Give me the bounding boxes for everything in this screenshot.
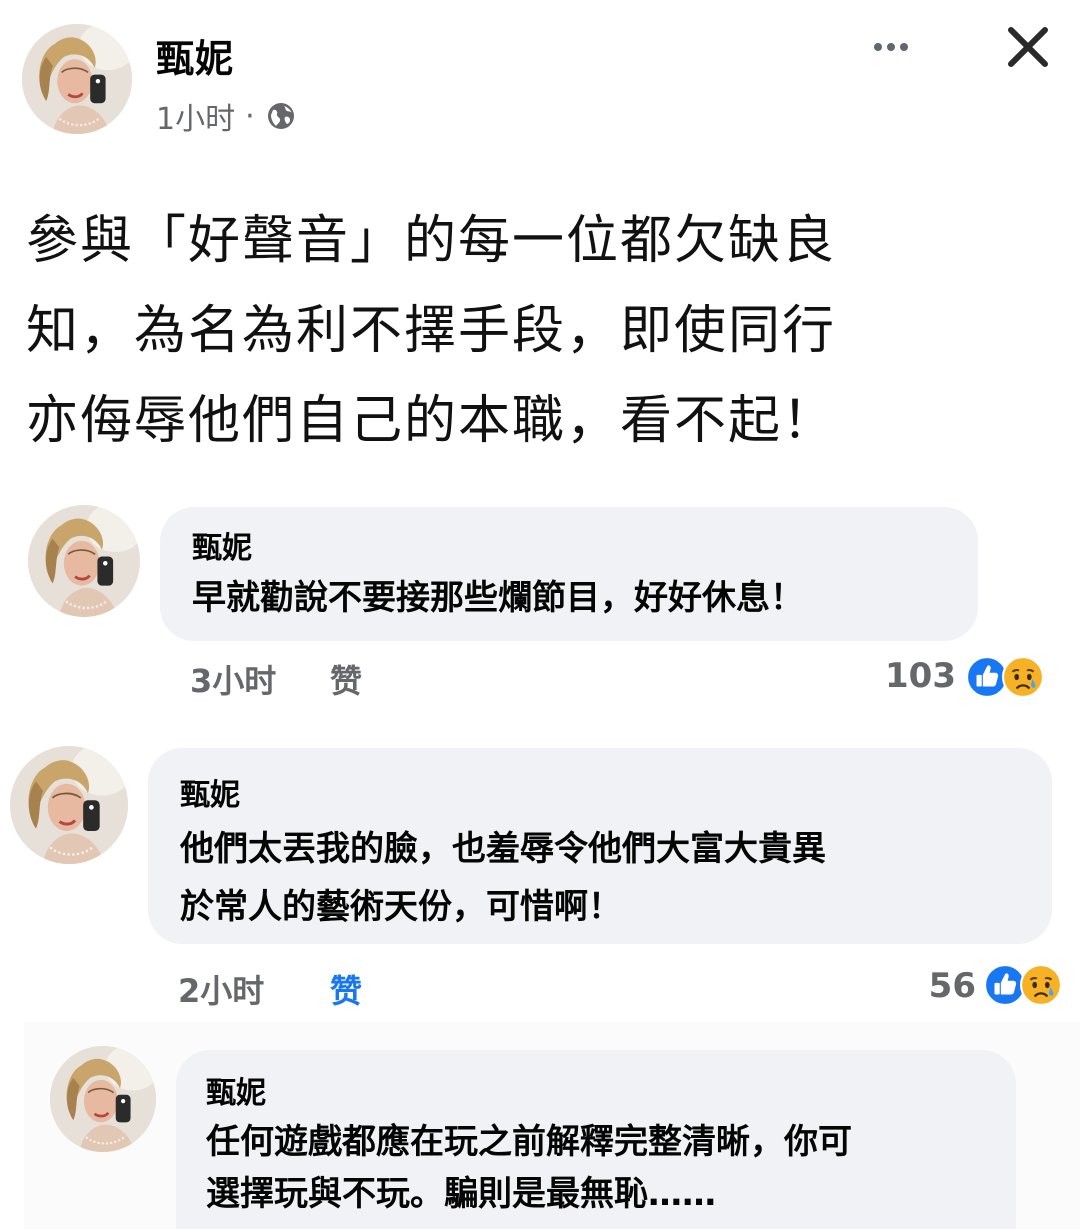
comment-time[interactable]: 3小时: [190, 656, 276, 702]
meta-separator: ·: [245, 98, 255, 134]
close-icon: [1008, 27, 1048, 67]
comment-author[interactable]: 甄妮: [180, 770, 240, 814]
comment-bubble: 甄妮 早就勸說不要接那些爛節目，好好休息！: [160, 507, 978, 641]
comment-author[interactable]: 甄妮: [192, 523, 252, 567]
comment-bubble: 甄妮 他們太丟我的臉，也羞辱令他們大富大貴異 於常人的藝術天份，可惜啊！: [148, 748, 1052, 944]
comment-like-button[interactable]: 赞: [330, 966, 362, 1012]
comment-avatar[interactable]: [28, 505, 140, 617]
comment-avatar[interactable]: [50, 1046, 156, 1152]
reaction-count[interactable]: 103: [860, 656, 956, 696]
close-button[interactable]: [1005, 24, 1051, 70]
more-options-button[interactable]: [874, 40, 908, 54]
post-time[interactable]: 1小时: [156, 94, 235, 138]
comment-text: 早就勸說不要接那些爛節目，好好休息！: [192, 578, 804, 618]
sad-reaction-icon: [1002, 656, 1044, 698]
comment-text: 他們太丟我的臉，也羞辱令他們大富大貴異 於常人的藝術天份，可惜啊！: [180, 829, 826, 927]
post-body-text: 參與「好聲音」的每一位都欠缺良 知，為名為利不擇手段，即使同行 亦侮辱他們自己的…: [26, 211, 837, 451]
reaction-icons[interactable]: [984, 964, 1062, 1006]
more-horizontal-icon: [874, 43, 882, 51]
post-author-avatar[interactable]: [22, 24, 132, 134]
sad-reaction-icon: [1020, 964, 1062, 1006]
comment-avatar[interactable]: [10, 746, 128, 864]
post-meta: 1小时 ·: [156, 94, 297, 138]
reaction-count[interactable]: 56: [880, 966, 976, 1006]
post-author-name[interactable]: 甄妮: [156, 28, 234, 83]
comment-time[interactable]: 2小时: [178, 966, 264, 1012]
reaction-icons[interactable]: [966, 656, 1044, 698]
comment-author[interactable]: 甄妮: [206, 1068, 266, 1112]
comment-like-button[interactable]: 赞: [330, 656, 362, 702]
comment-text: 任何遊戲都應在玩之前解釋完整清晰，你可 選擇玩與不玩。騙則是最無恥……: [206, 1122, 852, 1214]
comment-bubble: 甄妮 任何遊戲都應在玩之前解釋完整清晰，你可 選擇玩與不玩。騙則是最無恥……: [176, 1050, 1016, 1229]
globe-icon: [265, 100, 297, 132]
